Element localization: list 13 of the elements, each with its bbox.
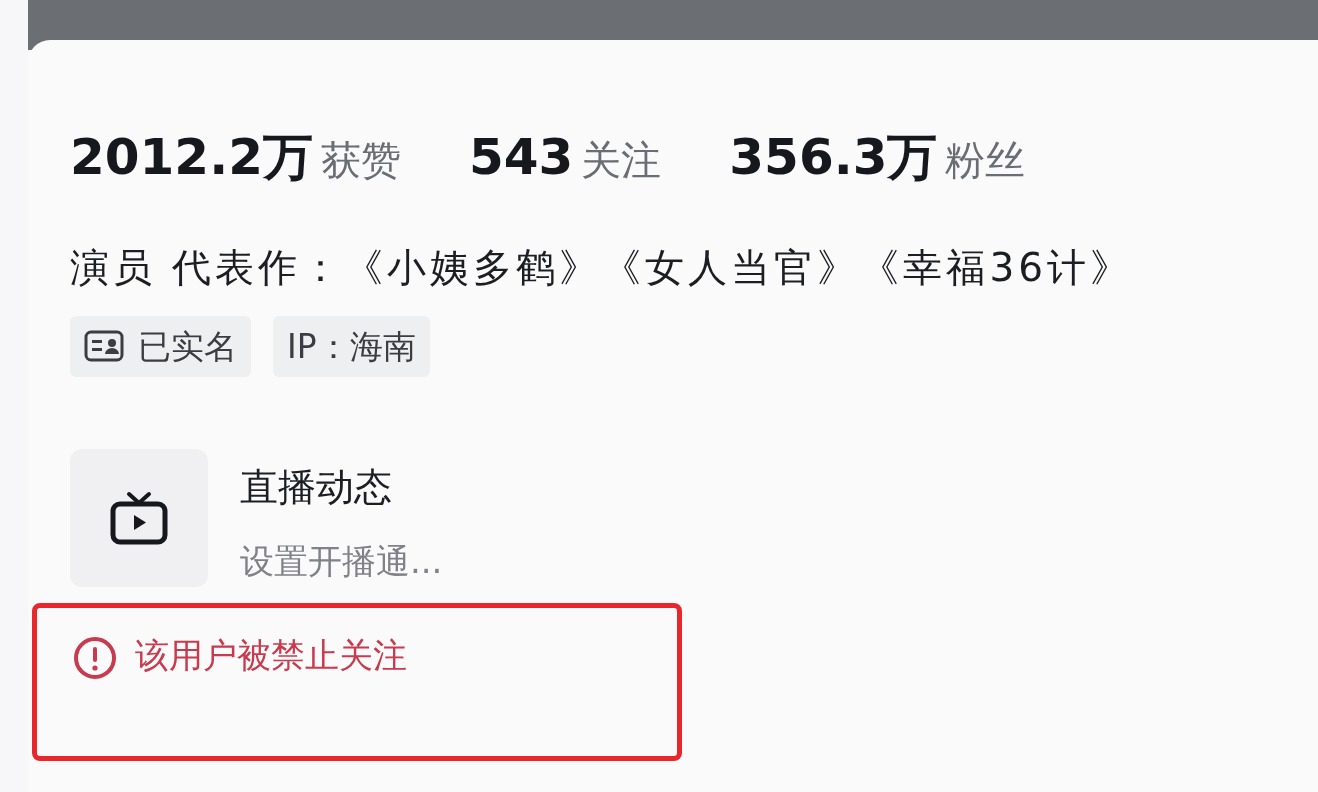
- tag-text: 已实名: [138, 325, 237, 368]
- bio-text: 演员 代表作：《小姨多鹤》《女人当官》《幸福36计》: [70, 244, 1135, 292]
- stat-item[interactable]: 2012.2万 获赞: [70, 120, 401, 195]
- id-card-icon: [84, 330, 124, 363]
- live-icon-tile[interactable]: [70, 449, 208, 587]
- tag-text: IP：海南: [287, 325, 416, 368]
- live-subtitle: 设置开播通...: [240, 540, 443, 583]
- warning-icon: [73, 636, 117, 680]
- stat-item[interactable]: 356.3万 粉丝: [729, 120, 1026, 195]
- live-title[interactable]: 直播动态: [240, 459, 443, 516]
- tv-icon: [110, 491, 168, 545]
- stat-item[interactable]: 543 关注: [468, 120, 662, 195]
- notice-text: 该用户被禁止关注: [135, 634, 407, 677]
